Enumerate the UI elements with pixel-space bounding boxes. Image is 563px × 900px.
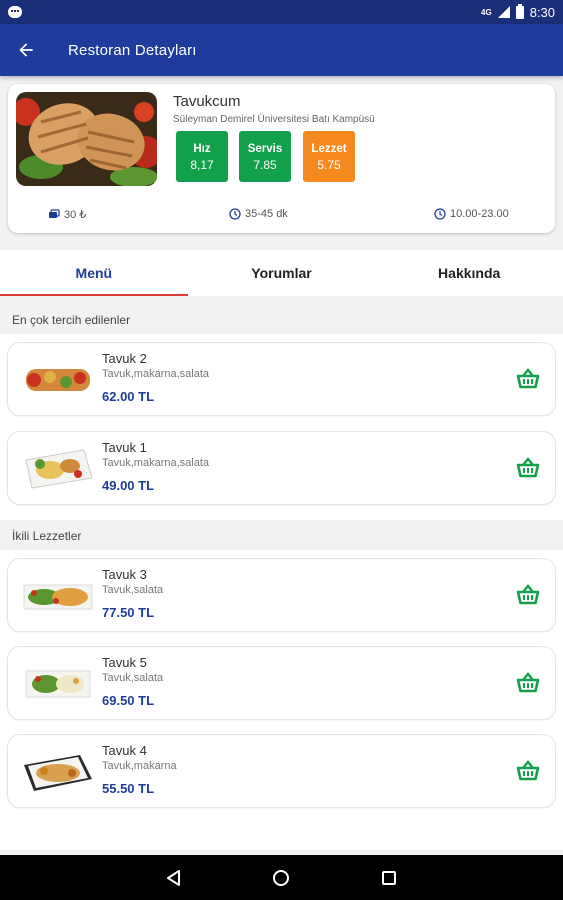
- opening-hours-value: 10.00-23.00: [450, 208, 509, 220]
- menu-item-name: Tavuk 1: [102, 440, 147, 455]
- menu-item-card[interactable]: Tavuk 4 Tavuk,makarna 55.50 TL: [8, 735, 555, 807]
- restaurant-info-card: Tavukcum Süleyman Demirel Üniversitesi B…: [8, 84, 555, 233]
- basket-icon[interactable]: [515, 671, 541, 695]
- basket-icon[interactable]: [515, 759, 541, 783]
- menu-item-photo: [23, 584, 93, 610]
- menu-item-name: Tavuk 3: [102, 567, 147, 582]
- system-nav-bar: [0, 855, 563, 900]
- menu-item-photo: [25, 670, 91, 698]
- section-header: En çok tercih edilenler: [0, 306, 563, 334]
- menu-item-description: Tavuk,makarna,salata: [102, 457, 209, 469]
- menu-item-description: Tavuk,salata: [102, 672, 164, 684]
- status-bar: 4G 8:30: [0, 0, 563, 24]
- menu-item-name: Tavuk 2: [102, 351, 147, 366]
- taste-score-badge: Lezzet 5.75: [303, 131, 355, 182]
- network-type: 4G: [481, 7, 492, 17]
- menu-item-card[interactable]: Tavuk 1 Tavuk,makarna,salata 49.00 TL: [8, 432, 555, 504]
- battery-icon: [515, 3, 524, 19]
- menu-item-card[interactable]: Tavuk 5 Tavuk,salata 69.50 TL: [8, 647, 555, 719]
- menu-item-description: Tavuk,salata: [102, 584, 164, 596]
- taste-score-value: 5.75: [317, 157, 341, 172]
- service-score-badge: Servis 7.85: [239, 131, 291, 182]
- service-score-label: Servis: [247, 142, 283, 155]
- menu-item-name: Tavuk 4: [102, 743, 147, 758]
- menu-item-description: Tavuk,makarna: [102, 760, 177, 772]
- chat-notification-icon: [8, 6, 22, 18]
- menu-item-photo: [26, 369, 90, 391]
- triangle-back-icon: [166, 869, 180, 886]
- basket-icon[interactable]: [515, 456, 541, 480]
- basket-icon[interactable]: [515, 583, 541, 607]
- menu-item-price: 62.00 TL: [102, 389, 155, 404]
- page-title: Restoran Detayları: [68, 41, 197, 59]
- app-bar: Restoran Detayları: [0, 24, 563, 76]
- restaurant-name: Tavukcum: [173, 93, 241, 110]
- arrow-left-icon: [19, 43, 33, 57]
- restaurant-photo: [16, 92, 157, 186]
- menu-item-description: Tavuk,makarna,salata: [102, 368, 209, 380]
- signal-icon: [497, 6, 510, 18]
- min-order-info: 30 ₺: [48, 208, 86, 221]
- clock-icon: [229, 208, 241, 220]
- opening-hours-info: 10.00-23.00: [434, 208, 509, 220]
- service-score-value: 7.85: [253, 157, 277, 172]
- menu-item-card[interactable]: Tavuk 3 Tavuk,salata 77.50 TL: [8, 559, 555, 631]
- nav-back-button[interactable]: [159, 863, 189, 893]
- menu-item-name: Tavuk 5: [102, 655, 147, 670]
- square-recents-icon: [382, 870, 397, 885]
- clock-icon: [434, 208, 446, 220]
- tab-menu[interactable]: Menü: [0, 250, 188, 296]
- menu-item-price: 69.50 TL: [102, 693, 155, 708]
- tab-bar: Menü Yorumlar Hakkında: [0, 250, 563, 296]
- min-order-value: 30 ₺: [64, 209, 87, 221]
- section-header: İkili Lezzetler: [0, 522, 563, 550]
- nav-recents-button[interactable]: [374, 863, 404, 893]
- menu-item-price: 49.00 TL: [102, 478, 155, 493]
- nav-home-button[interactable]: [266, 863, 296, 893]
- circle-home-icon: [273, 869, 290, 886]
- menu-item-price: 77.50 TL: [102, 605, 155, 620]
- basket-icon[interactable]: [515, 367, 541, 391]
- menu-item-card[interactable]: Tavuk 2 Tavuk,makarna,salata 62.00 TL: [8, 343, 555, 415]
- taste-score-label: Lezzet: [311, 142, 347, 155]
- restaurant-address: Süleyman Demirel Üniversitesi Batı Kampü…: [173, 114, 375, 125]
- menu-item-photo: [25, 449, 93, 489]
- delivery-time-value: 35-45 dk: [245, 208, 288, 220]
- menu-item-photo: [24, 755, 92, 791]
- speed-score-value: 8,17: [190, 157, 214, 172]
- clock: 8:30: [529, 4, 555, 20]
- speed-score-badge: Hız 8,17: [176, 131, 228, 182]
- tab-reviews[interactable]: Yorumlar: [188, 250, 376, 296]
- delivery-time-info: 35-45 dk: [229, 208, 288, 220]
- menu-item-price: 55.50 TL: [102, 781, 155, 796]
- tab-about[interactable]: Hakkında: [375, 250, 563, 296]
- money-icon: [49, 208, 60, 218]
- back-button[interactable]: [0, 24, 52, 76]
- speed-score-label: Hız: [193, 142, 211, 155]
- restaurant-info-row: 30 ₺ 35-45 dk 10.00-23.00: [8, 208, 555, 224]
